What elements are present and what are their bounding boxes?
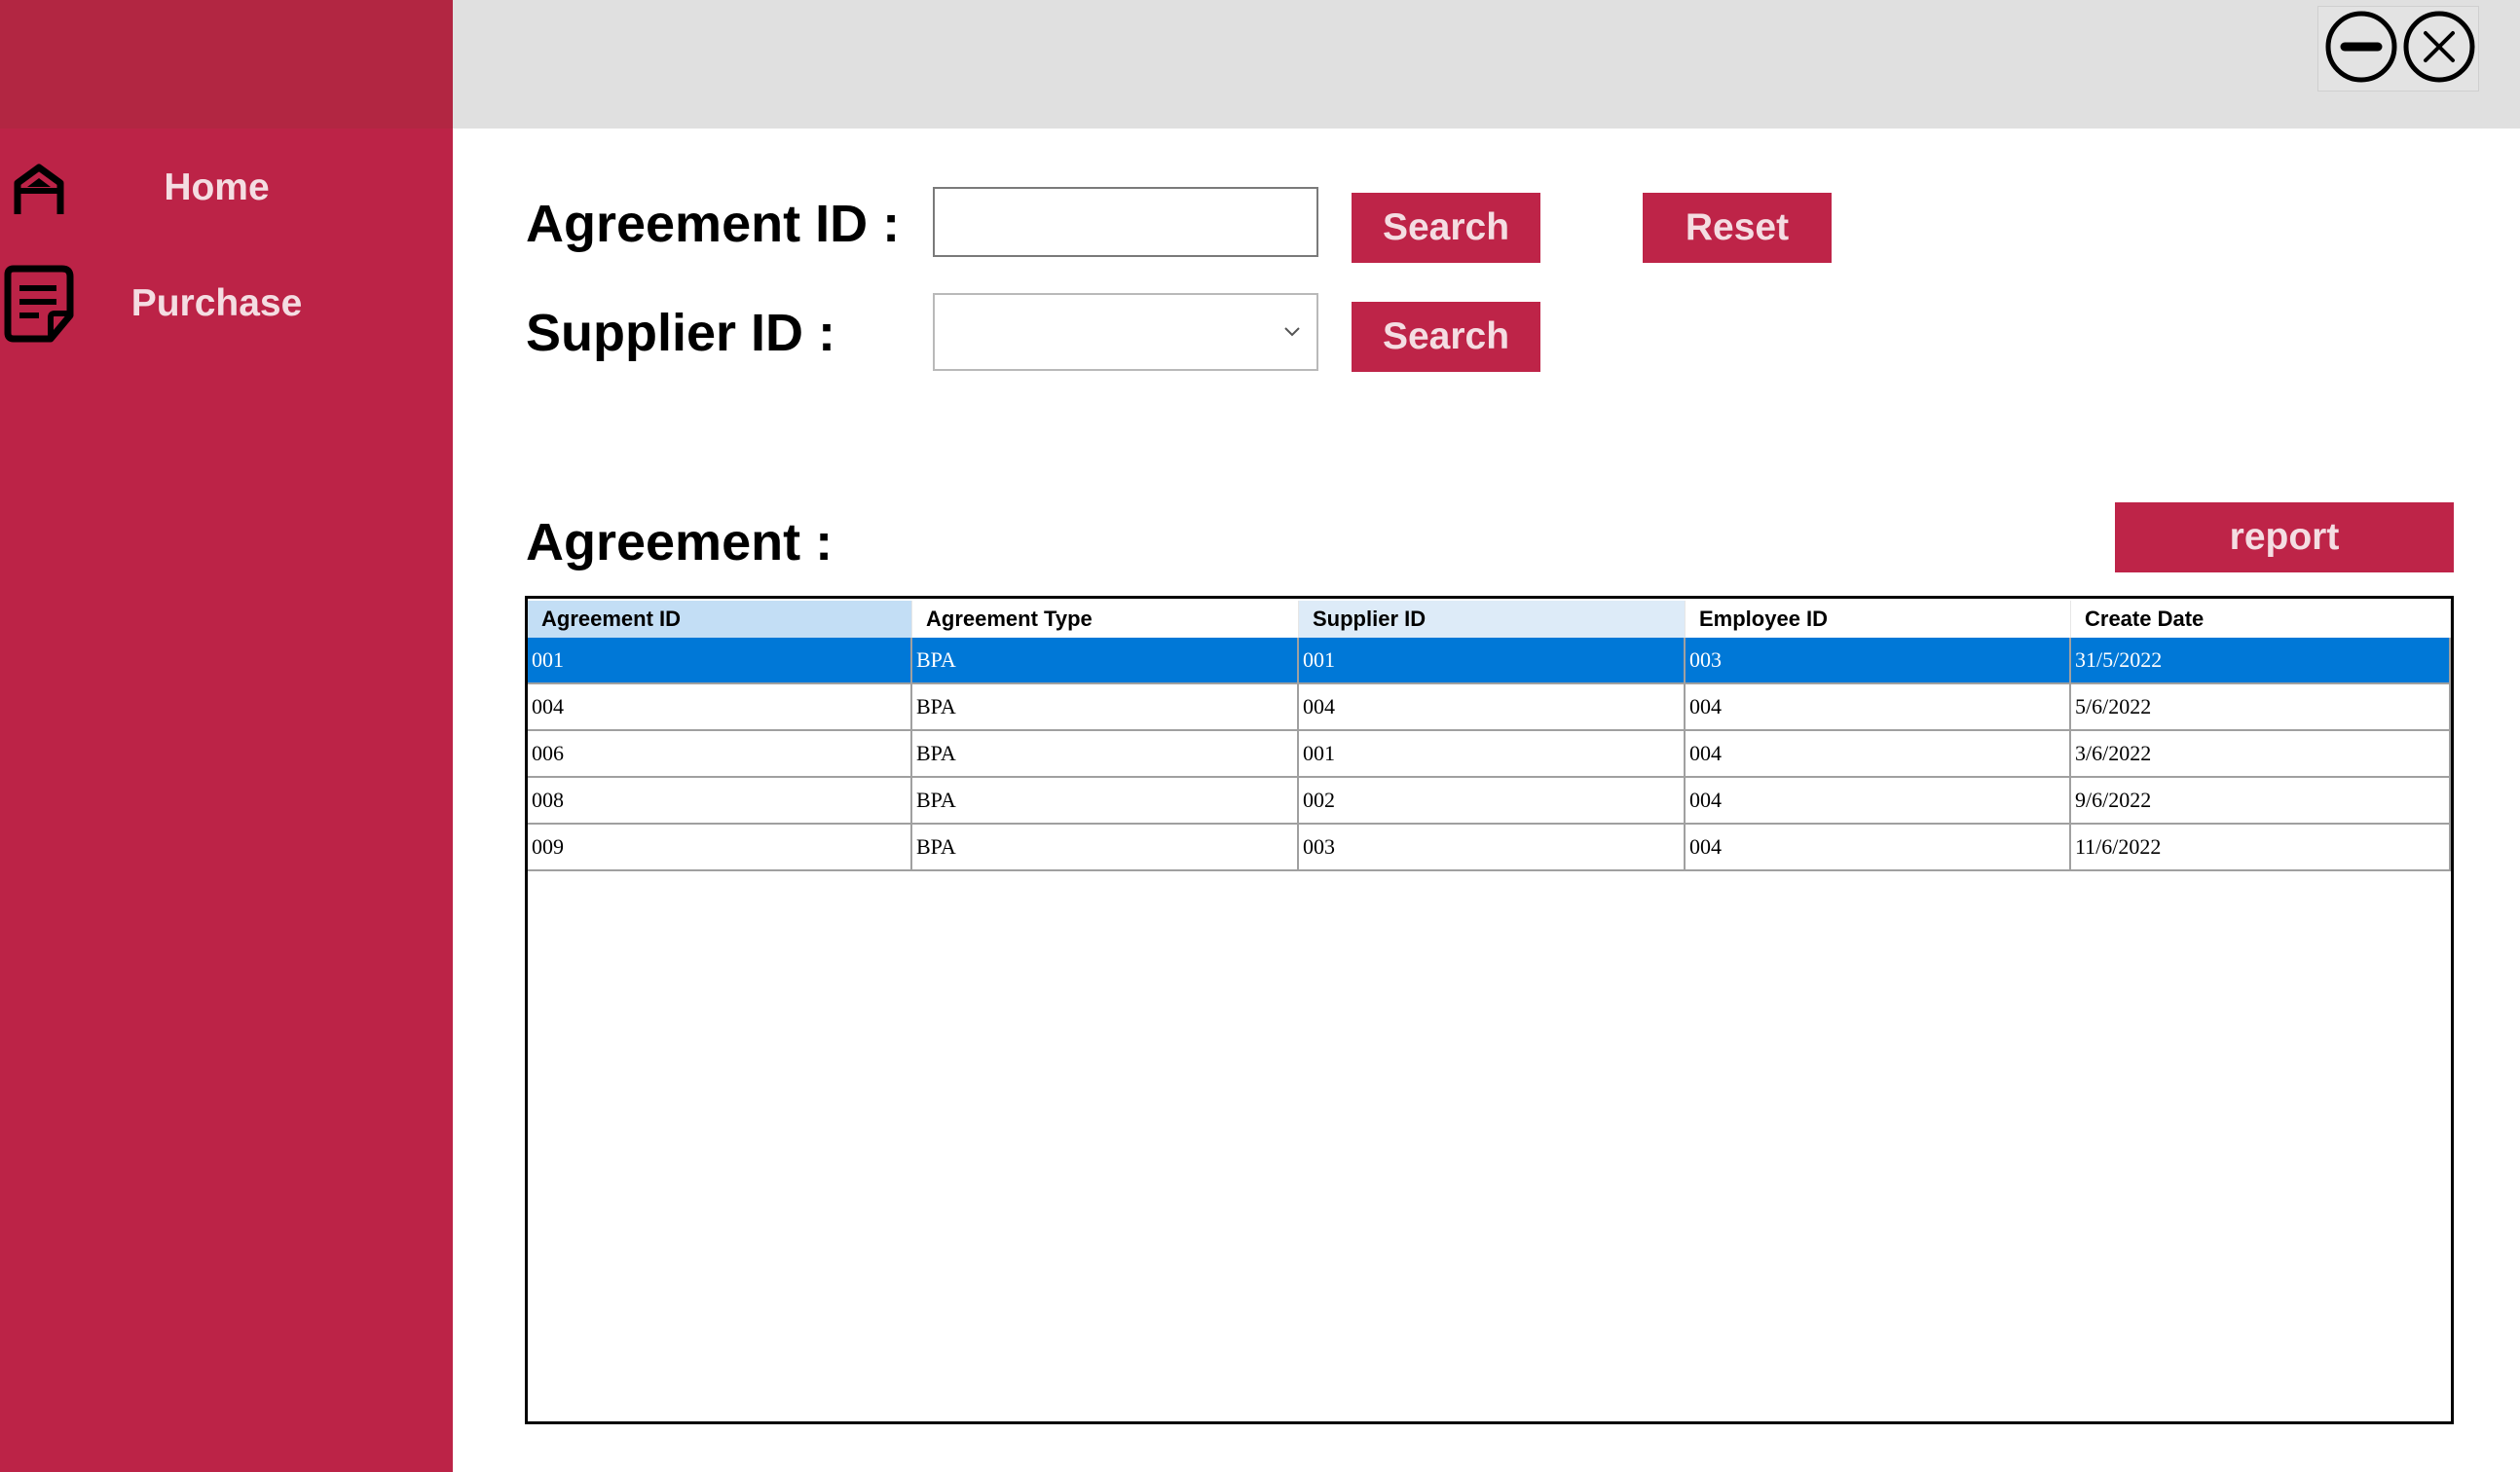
table-cell: 004 <box>1686 825 2071 871</box>
table-header: Agreement ID Agreement Type Supplier ID Emp… <box>528 599 2451 638</box>
table-cell: 006 <box>528 731 912 778</box>
agreement-id-input[interactable] <box>933 187 1318 257</box>
report-button[interactable]: report <box>2115 502 2454 572</box>
table-row[interactable]: 001 BPA 001 003 31/5/2022 <box>528 638 2451 684</box>
column-header[interactable]: Employee ID <box>1686 601 2071 638</box>
table-cell: 002 <box>1299 778 1686 825</box>
table-row[interactable]: 006 BPA 001 004 3/6/2022 <box>528 731 2451 778</box>
sidebar-header <box>0 0 453 129</box>
table-cell: 11/6/2022 <box>2071 825 2451 871</box>
table-cell: BPA <box>912 684 1299 731</box>
agreement-table[interactable]: Agreement ID Agreement Type Supplier ID Emp… <box>525 596 2454 1424</box>
column-header[interactable]: Agreement Type <box>912 601 1299 638</box>
table-cell: 003 <box>1686 638 2071 684</box>
minimize-button[interactable] <box>2321 8 2401 90</box>
title-bar <box>453 0 2520 129</box>
table-cell: 001 <box>1299 638 1686 684</box>
close-button[interactable] <box>2399 8 2479 90</box>
supplier-search-button[interactable]: Search <box>1352 302 1540 372</box>
table-cell: 009 <box>528 825 912 871</box>
minimize-icon <box>2323 9 2399 90</box>
agreement-search-button[interactable]: Search <box>1352 193 1540 263</box>
table-cell: 9/6/2022 <box>2071 778 2451 825</box>
sidebar-item-label: Home <box>164 166 270 208</box>
column-header[interactable]: Create Date <box>2071 601 2451 638</box>
table-cell: BPA <box>912 778 1299 825</box>
sidebar-item-label: Purchase <box>130 282 303 324</box>
agreement-section-title: Agreement : <box>526 513 834 571</box>
table-row[interactable]: 004 BPA 004 004 5/6/2022 <box>528 684 2451 731</box>
table-cell: BPA <box>912 825 1299 871</box>
document-icon <box>0 255 78 352</box>
table-cell: 008 <box>528 778 912 825</box>
column-header[interactable]: Supplier ID <box>1299 601 1686 638</box>
sidebar: Home Purchase <box>0 0 453 1472</box>
table-cell: 004 <box>1686 684 2071 731</box>
agreement-id-label: Agreement ID : <box>526 195 901 253</box>
chevron-down-icon <box>1278 316 1307 346</box>
table-cell: 004 <box>1686 731 2071 778</box>
reset-button[interactable]: Reset <box>1643 193 1832 263</box>
table-cell: 004 <box>1686 778 2071 825</box>
table-cell: 31/5/2022 <box>2071 638 2451 684</box>
home-icon <box>0 139 78 237</box>
sidebar-item-purchase[interactable]: Purchase <box>0 255 453 352</box>
table-cell: BPA <box>912 731 1299 778</box>
table-cell: 004 <box>528 684 912 731</box>
close-icon <box>2401 9 2477 90</box>
table-cell: 003 <box>1299 825 1686 871</box>
supplier-id-select[interactable] <box>933 293 1318 371</box>
column-header[interactable]: Agreement ID <box>528 601 912 638</box>
table-cell: 001 <box>528 638 912 684</box>
sidebar-item-home[interactable]: Home <box>0 139 453 237</box>
table-cell: 5/6/2022 <box>2071 684 2451 731</box>
table-cell: 001 <box>1299 731 1686 778</box>
supplier-id-label: Supplier ID : <box>526 304 836 362</box>
table-row[interactable]: 009 BPA 003 004 11/6/2022 <box>528 825 2451 871</box>
table-cell: 3/6/2022 <box>2071 731 2451 778</box>
table-cell: 004 <box>1299 684 1686 731</box>
table-cell: BPA <box>912 638 1299 684</box>
table-row[interactable]: 008 BPA 002 004 9/6/2022 <box>528 778 2451 825</box>
